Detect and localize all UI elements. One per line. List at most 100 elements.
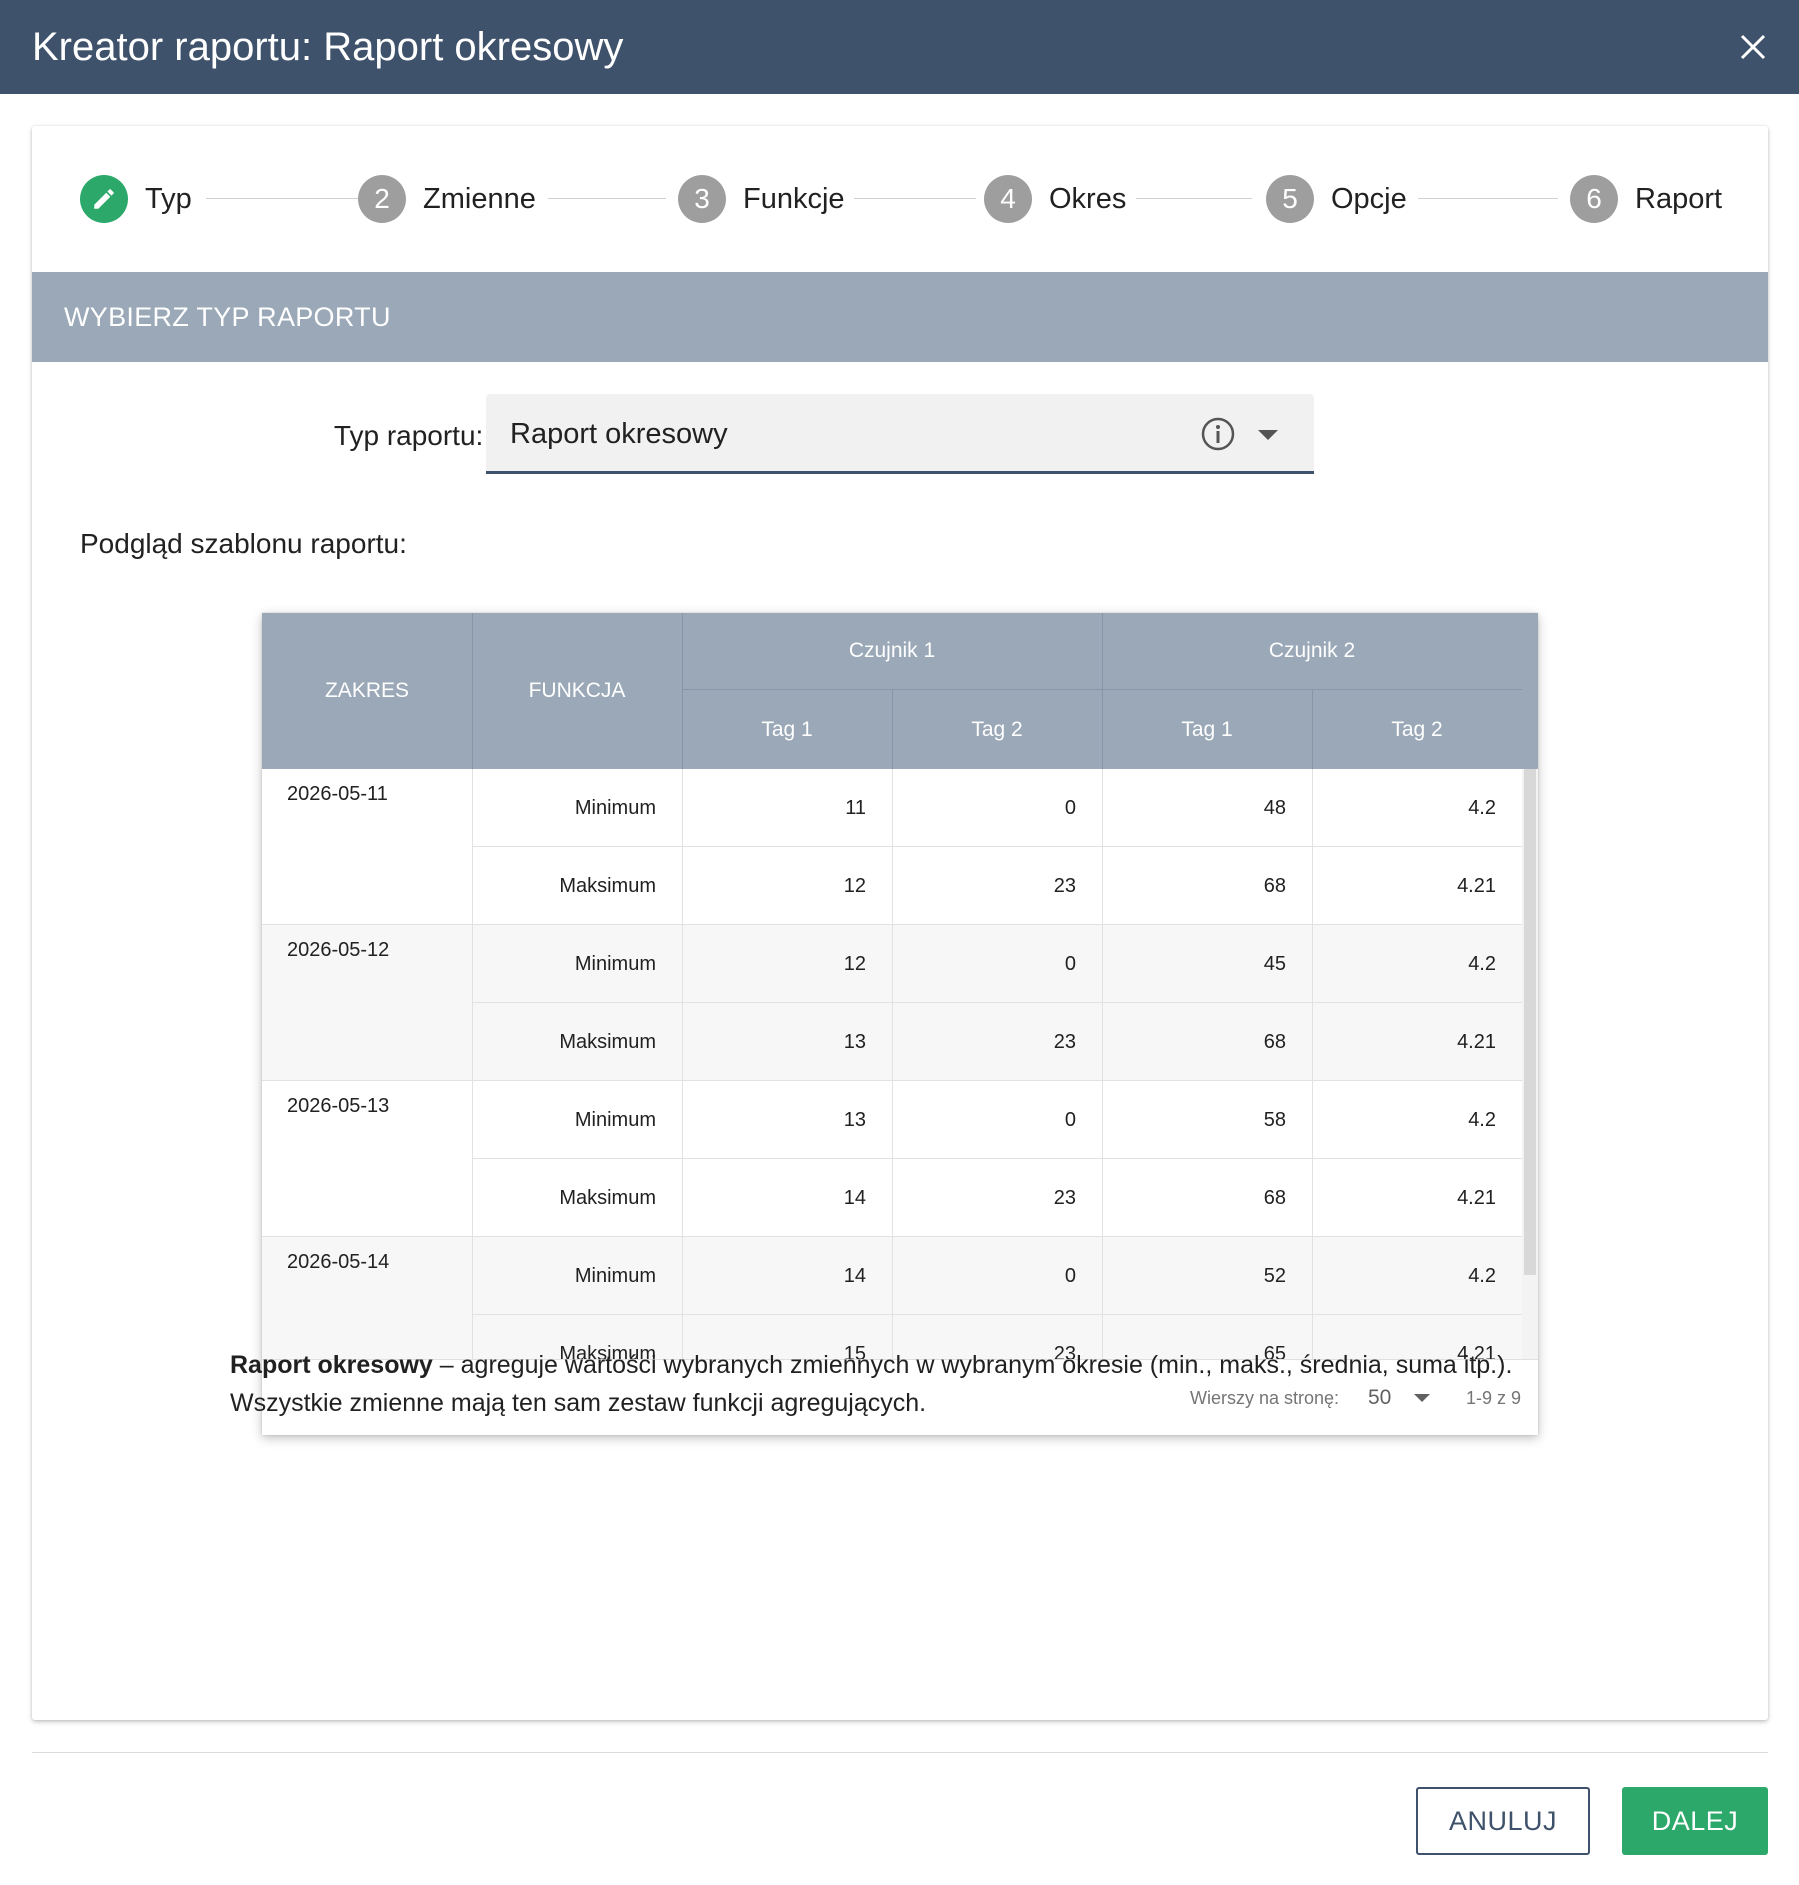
header-s2-tag-2: Tag 2 <box>1391 717 1443 741</box>
step-raport[interactable]: 6 Raport <box>1570 174 1722 224</box>
header-s1-tag-2: Tag 2 <box>971 717 1023 741</box>
value-cell: 45 <box>1102 925 1312 1003</box>
cancel-button[interactable]: ANULUJ <box>1416 1787 1590 1855</box>
function-cell: Minimum <box>472 925 682 1003</box>
header-sensor-2: Czujnik 2 <box>1268 639 1356 662</box>
table-body: 2026-05-11 Minimum 11 0 48 4.2 Maksimum … <box>262 769 1522 1359</box>
value-cell: 4.2 <box>1312 925 1522 1003</box>
value-cell: 4.2 <box>1312 1081 1522 1159</box>
table-row: Minimum 11 0 48 4.2 <box>472 769 1522 847</box>
table-row: Minimum 14 0 52 4.2 <box>472 1237 1522 1315</box>
step-funkcje[interactable]: 3 Funkcje <box>678 174 845 224</box>
wizard-card: Typ 2 Zmienne 3 Funkcje 4 Okres 5 Opcje … <box>32 126 1768 1720</box>
step-label: Zmienne <box>423 182 536 215</box>
value-cell: 14 <box>682 1159 892 1237</box>
stepper: Typ 2 Zmienne 3 Funkcje 4 Okres 5 Opcje … <box>32 126 1768 272</box>
close-icon[interactable] <box>1732 26 1774 68</box>
step-number: 3 <box>678 175 726 223</box>
description-text-2: Wszystkie zmienne mają ten sam zestaw fu… <box>230 1389 927 1417</box>
step-connector <box>206 198 376 199</box>
pencil-icon <box>94 189 114 209</box>
section-title: WYBIERZ TYP RAPORTU <box>64 302 391 332</box>
date-cell: 2026-05-12 <box>262 925 472 1081</box>
date-cell: 2026-05-11 <box>262 769 472 925</box>
step-connector <box>854 198 976 199</box>
next-button[interactable]: DALEJ <box>1622 1787 1768 1855</box>
step-label: Raport <box>1635 182 1723 215</box>
table-header: ZAKRES FUNKCJA Czujnik 1 Czujnik 2 Tag 1… <box>262 613 1538 769</box>
step-connector <box>1418 198 1558 199</box>
table-scrollbar-thumb[interactable] <box>1524 769 1536 1275</box>
step-typ[interactable]: Typ <box>80 174 192 224</box>
value-cell: 0 <box>892 925 1102 1003</box>
value-cell: 4.2 <box>1312 769 1522 847</box>
step-okres[interactable]: 4 Okres <box>984 174 1126 224</box>
value-cell: 23 <box>892 1003 1102 1081</box>
step-label: Funkcje <box>743 182 845 215</box>
info-icon[interactable] <box>1200 416 1236 452</box>
value-cell: 58 <box>1102 1081 1312 1159</box>
value-cell: 4.21 <box>1312 1003 1522 1081</box>
dialog-title: Kreator raportu: Raport okresowy <box>32 25 624 69</box>
step-zmienne[interactable]: 2 Zmienne <box>358 174 536 224</box>
value-cell: 23 <box>892 1159 1102 1237</box>
footer-divider <box>32 1752 1768 1753</box>
table-row: Maksimum 13 23 68 4.21 <box>472 1003 1522 1081</box>
value-cell: 4.2 <box>1312 1237 1522 1315</box>
header-s2-tag-1: Tag 1 <box>1181 717 1233 741</box>
function-cell: Maksimum <box>472 847 682 925</box>
report-type-label: Typ raportu: * <box>333 420 502 451</box>
function-cell: Maksimum <box>472 1003 682 1081</box>
header-sensor-1: Czujnik 1 <box>848 639 936 662</box>
value-cell: 13 <box>682 1003 892 1081</box>
description-text: – agreguje wartości wybranych zmiennych … <box>432 1351 1513 1379</box>
section-header: WYBIERZ TYP RAPORTU <box>32 272 1768 362</box>
value-cell: 12 <box>682 847 892 925</box>
caret-down-icon[interactable] <box>1258 430 1278 440</box>
report-description: Raport okresowy – agreguje wartości wybr… <box>230 1346 1560 1422</box>
step-label: Opcje <box>1331 182 1407 215</box>
value-cell: 13 <box>682 1081 892 1159</box>
value-cell: 52 <box>1102 1237 1312 1315</box>
preview-table: ZAKRES FUNKCJA Czujnik 1 Czujnik 2 Tag 1… <box>262 613 1538 1435</box>
value-cell: 4.21 <box>1312 1159 1522 1237</box>
header-s1-tag-1: Tag 1 <box>761 717 813 741</box>
value-cell: 48 <box>1102 769 1312 847</box>
step-opcje[interactable]: 5 Opcje <box>1266 174 1407 224</box>
report-type-select[interactable]: Raport okresowy <box>486 394 1314 474</box>
header-funkcja: FUNKCJA <box>528 679 626 702</box>
step-number: 5 <box>1266 175 1314 223</box>
value-cell: 68 <box>1102 847 1312 925</box>
preview-label: Podgląd szablonu raportu: <box>80 528 407 559</box>
date-cell: 2026-05-14 <box>262 1237 472 1359</box>
header-divider <box>682 689 1522 690</box>
value-cell: 11 <box>682 769 892 847</box>
step-label: Okres <box>1049 182 1127 215</box>
step-number: 2 <box>358 175 406 223</box>
value-cell: 12 <box>682 925 892 1003</box>
header-divider <box>682 613 683 769</box>
function-cell: Minimum <box>472 1237 682 1315</box>
header-divider <box>892 690 893 769</box>
table-row: Minimum 13 0 58 4.2 <box>472 1081 1522 1159</box>
step-label: Typ <box>145 182 192 215</box>
step-typ-badge <box>80 175 128 223</box>
value-cell: 0 <box>892 769 1102 847</box>
step-number: 4 <box>984 175 1032 223</box>
value-cell: 68 <box>1102 1003 1312 1081</box>
function-cell: Minimum <box>472 1081 682 1159</box>
header-divider <box>1102 613 1103 769</box>
header-zakres: ZAKRES <box>324 679 410 702</box>
header-divider <box>472 613 473 769</box>
table-row: Maksimum 14 23 68 4.21 <box>472 1159 1522 1237</box>
value-cell: 23 <box>892 847 1102 925</box>
value-cell: 68 <box>1102 1159 1312 1237</box>
date-cell: 2026-05-13 <box>262 1081 472 1237</box>
header-divider <box>1312 690 1313 769</box>
function-cell: Minimum <box>472 769 682 847</box>
function-cell: Maksimum <box>472 1159 682 1237</box>
value-cell: 0 <box>892 1081 1102 1159</box>
table-row: Maksimum 12 23 68 4.21 <box>472 847 1522 925</box>
title-bar: Kreator raportu: Raport okresowy <box>0 0 1799 94</box>
step-connector <box>1136 198 1252 199</box>
